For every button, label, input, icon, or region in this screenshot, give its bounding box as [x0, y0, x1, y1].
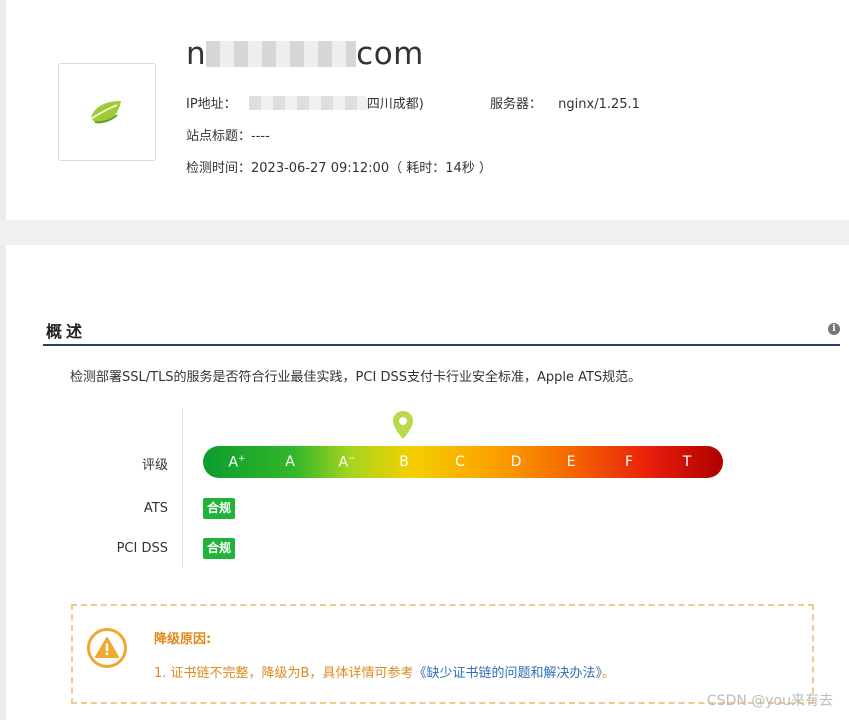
- check-time-value: 2023-06-27 09:12:00: [251, 161, 390, 176]
- site-logo: [58, 63, 156, 161]
- check-time-row: 检测时间：2023-06-27 09:12:00（ 耗时：14秒 ）: [186, 157, 492, 176]
- ip-redaction: [248, 96, 367, 110]
- site-title-row: 站点标题：----: [186, 125, 270, 144]
- grade-a: A: [285, 454, 295, 470]
- grade-c: C: [455, 454, 465, 470]
- grade-f: F: [624, 454, 634, 470]
- grade-pointer-icon: [393, 411, 413, 439]
- report-page: n com IP地址： 四川成都) 服务器： nginx/1.25.1 站点标题：-…: [0, 0, 849, 720]
- grade-a-minus: A−: [338, 454, 356, 471]
- server-row: 服务器： nginx/1.25.1: [490, 93, 640, 112]
- warning-icon: [87, 628, 127, 668]
- ip-location: 四川成都): [366, 97, 424, 112]
- grade-e: E: [566, 454, 576, 470]
- downgrade-notice: 降级原因: 1. 证书链不完整，降级为B，具体详情可参考《缺少证书链的问题和解决…: [71, 604, 814, 704]
- notice-title: 降级原因:: [154, 632, 212, 647]
- ip-row: IP地址： 四川成都): [186, 93, 424, 112]
- pci-label: PCI DSS: [116, 541, 168, 556]
- notice-item-text: 1. 证书链不完整，降级为B，具体详情可参考: [154, 666, 414, 681]
- site-title-label: 站点标题：: [186, 129, 252, 144]
- domain-prefix: n: [186, 36, 207, 72]
- grade-d: D: [510, 454, 522, 470]
- check-duration: （ 耗时：14秒 ）: [389, 161, 492, 176]
- grade-scale: A+ A A− B C D E F T: [203, 446, 723, 478]
- cert-chain-help-link[interactable]: 《缺少证书链的问题和解决办法》: [413, 666, 602, 681]
- domain-title: n com: [186, 36, 424, 72]
- notice-item: 1. 证书链不完整，降级为B，具体详情可参考《缺少证书链的问题和解决办法》。: [154, 662, 615, 681]
- ats-label: ATS: [143, 501, 168, 516]
- leaf-icon: [90, 101, 121, 124]
- grade-t: T: [682, 454, 692, 470]
- domain-redaction: [206, 41, 357, 67]
- watermark: CSDN @you来有去: [706, 693, 833, 709]
- ip-label: IP地址：: [186, 97, 237, 112]
- label-divider: [182, 408, 183, 568]
- server-label: 服务器：: [490, 97, 543, 112]
- info-icon[interactable]: i: [828, 323, 840, 335]
- ats-status-badge: 合规: [203, 498, 236, 519]
- site-title-value: ----: [251, 129, 270, 144]
- check-time-label: 检测时间：: [186, 161, 252, 176]
- site-info-card: n com IP地址： 四川成都) 服务器： nginx/1.25.1 站点标题：-…: [6, 0, 849, 220]
- pci-status-badge: 合规: [203, 538, 236, 559]
- grade-b: B: [399, 454, 409, 470]
- overview-header: 概述 i: [43, 318, 840, 346]
- server-value: nginx/1.25.1: [558, 97, 640, 112]
- rating-label: 评级: [141, 458, 168, 473]
- domain-suffix: com: [356, 36, 424, 72]
- section-divider: [0, 220, 849, 245]
- notice-item-suffix: 。: [601, 666, 615, 681]
- overview-description: 检测部署SSL/TLS的服务是否符合行业最佳实践，PCI DSS支付卡行业安全标…: [70, 370, 642, 385]
- grade-a-plus: A+: [228, 454, 246, 471]
- overview-title: 概述: [46, 322, 87, 341]
